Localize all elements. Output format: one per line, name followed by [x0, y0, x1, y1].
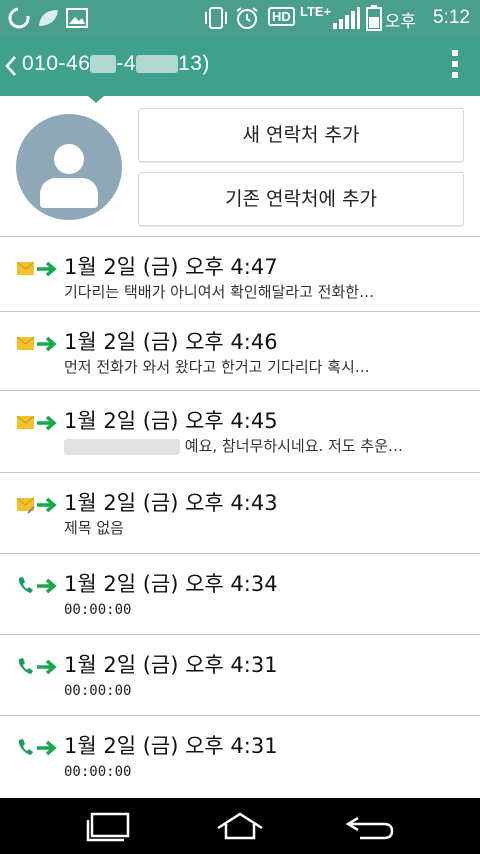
status-ampm: 오후 [384, 12, 416, 32]
outgoing-call-icon [16, 655, 60, 677]
outgoing-message-icon [16, 411, 60, 433]
row-datetime: 1월 2일 (금) 오후 4:43 [64, 491, 278, 515]
navigation-bar [0, 798, 480, 854]
outgoing-message-attachment-icon [16, 493, 60, 515]
call-duration: 00:00:00 [64, 683, 132, 699]
outgoing-message-icon [16, 332, 60, 354]
row-datetime: 1월 2일 (금) 오후 4:46 [64, 330, 278, 354]
row-snippet: 제목 없음 [64, 519, 124, 537]
list-item[interactable]: 1월 2일 (금) 오후 4:47 기다리는 택배가 아니여서 확인해달라고 전… [0, 237, 480, 317]
add-new-contact-button[interactable]: 새 연락처 추가 [138, 108, 464, 162]
outgoing-call-icon [16, 736, 60, 758]
list-item[interactable]: 1월 2일 (금) 오후 4:45 예요, 참너무하시네요. 저도 추운… [0, 391, 480, 471]
call-duration: 00:00:00 [64, 602, 132, 618]
redacted-block [90, 55, 117, 74]
more-options-icon[interactable] [452, 50, 460, 82]
back-icon[interactable] [2, 54, 20, 78]
row-datetime: 1월 2일 (금) 오후 4:45 [64, 409, 278, 433]
back-nav-icon[interactable] [344, 810, 396, 842]
network-type: LTE+ [300, 4, 332, 19]
status-time: 5:12 [433, 7, 470, 28]
call-duration: 00:00:00 [64, 764, 132, 780]
action-bar: 010-46 -4 13) [0, 36, 480, 96]
avatar-head-shape [54, 144, 84, 174]
row-datetime: 1월 2일 (금) 오후 4:47 [64, 255, 278, 279]
list-item[interactable]: 1월 2일 (금) 오후 4:34 00:00:00 [0, 554, 480, 634]
phone-number-middle: -4 [116, 52, 137, 75]
row-datetime: 1월 2일 (금) 오후 4:31 [64, 734, 278, 758]
list-item[interactable]: 1월 2일 (금) 오후 4:31 00:00:00 [0, 635, 480, 715]
home-icon[interactable] [214, 810, 266, 842]
outgoing-call-icon [16, 574, 60, 596]
alarm-icon [236, 7, 258, 29]
app-notification-icon [8, 7, 30, 29]
signal-icon [333, 7, 360, 29]
row-datetime: 1월 2일 (금) 오후 4:34 [64, 572, 278, 596]
row-snippet: 기다리는 택배가 아니여서 확인해달라고 전화한… [64, 283, 375, 301]
recent-apps-icon[interactable] [86, 810, 134, 842]
phone-number-prefix: 010-46 [22, 52, 91, 75]
header-pointer [88, 96, 104, 103]
list-item[interactable]: 1월 2일 (금) 오후 4:31 00:00:00 [0, 716, 480, 796]
redacted-block [64, 438, 180, 455]
row-datetime: 1월 2일 (금) 오후 4:31 [64, 653, 278, 677]
phone-number-title: 010-46 -4 13) [22, 52, 210, 76]
status-bar: HD LTE+ 오후 5:12 [0, 0, 480, 36]
list-item[interactable]: 1월 2일 (금) 오후 4:46 먼저 전화가 와서 왔다고 한거고 기다리다… [0, 312, 480, 392]
contact-avatar [16, 114, 122, 220]
outgoing-message-icon [16, 257, 60, 279]
redacted-block [136, 55, 179, 74]
leaf-icon [39, 10, 58, 26]
vibrate-icon [205, 7, 227, 29]
row-snippet-text: 예요, 참너무하시네요. 저도 추운… [184, 437, 404, 455]
row-snippet: 먼저 전화가 와서 왔다고 한거고 기다리다 혹시… [64, 358, 370, 376]
add-to-existing-contact-button[interactable]: 기존 연락처에 추가 [138, 172, 464, 226]
phone-number-suffix: 13) [178, 52, 210, 75]
avatar-body-shape [40, 178, 98, 208]
battery-icon [366, 5, 382, 31]
hd-voice-icon: HD [268, 7, 295, 26]
row-snippet: 예요, 참너무하시네요. 저도 추운… [64, 435, 464, 456]
list-item[interactable]: 1월 2일 (금) 오후 4:43 제목 없음 [0, 473, 480, 553]
gallery-icon [66, 8, 88, 28]
